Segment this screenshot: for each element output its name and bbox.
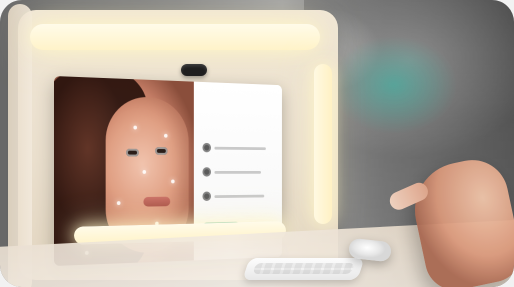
camera <box>181 64 207 76</box>
lips <box>143 196 171 207</box>
info-row <box>202 140 277 157</box>
info-row <box>202 188 277 205</box>
info-row <box>202 164 277 181</box>
panel-header-small <box>202 91 273 94</box>
analysis-point <box>116 201 121 206</box>
photo-frame <box>0 0 514 287</box>
info-text-line <box>214 194 265 199</box>
user-icon <box>202 142 212 153</box>
right-light-bar <box>314 64 332 224</box>
analysis-point <box>171 179 175 184</box>
left-eye <box>126 148 139 157</box>
top-light-bar <box>30 24 320 50</box>
panel-header-title <box>202 104 273 106</box>
right-eye <box>155 147 168 155</box>
analysis-point <box>164 133 168 138</box>
info-text-line <box>214 171 261 174</box>
analysis-point <box>133 125 138 130</box>
user-icon <box>202 167 212 177</box>
user-icon <box>202 191 212 201</box>
analysis-point <box>142 170 147 174</box>
info-text-line <box>214 146 266 151</box>
keyboard[interactable] <box>242 258 365 280</box>
